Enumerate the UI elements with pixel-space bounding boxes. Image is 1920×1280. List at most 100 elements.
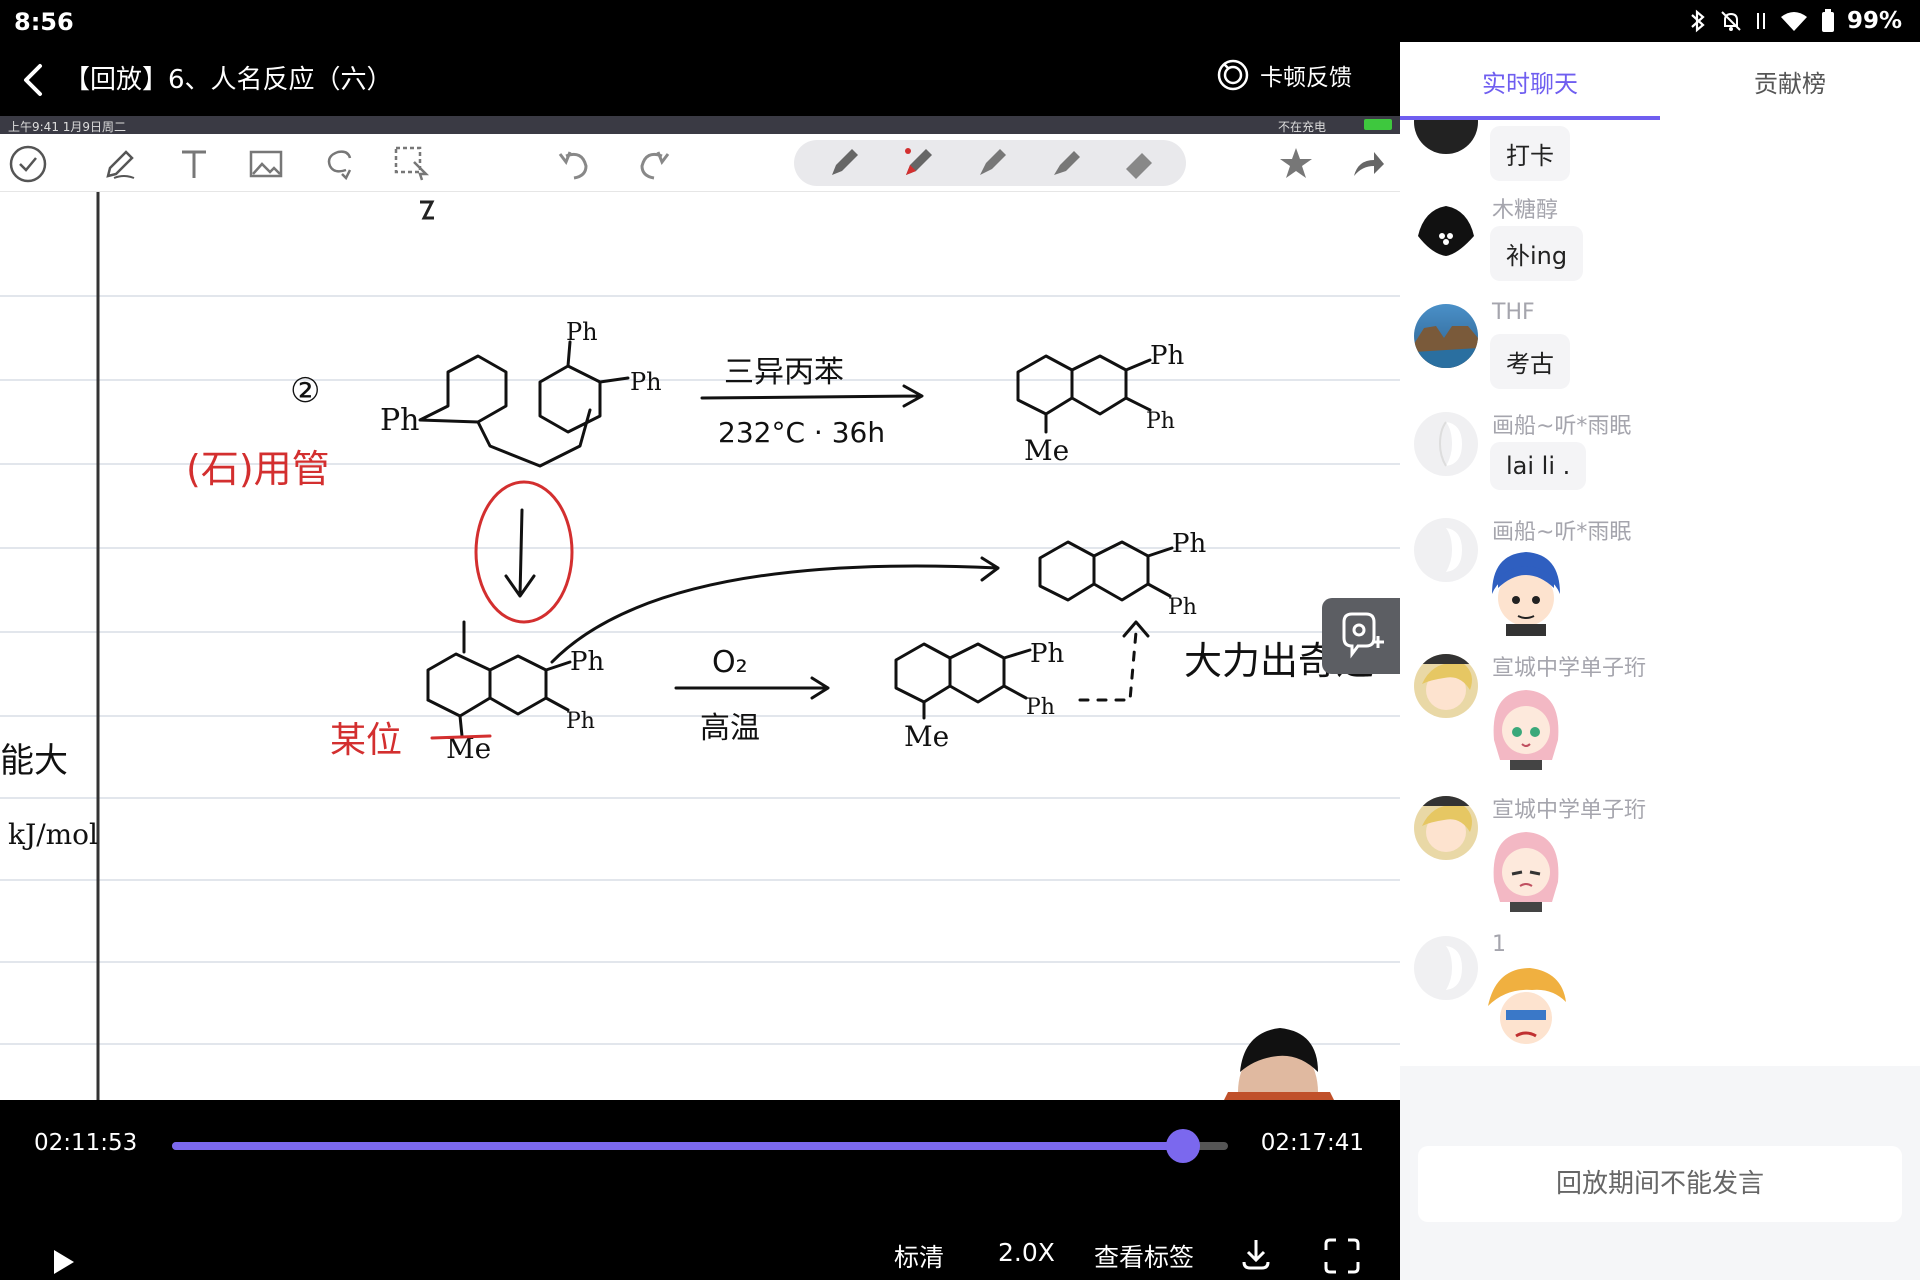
product-3-structure: Ph Ph Me: [894, 639, 1064, 753]
product-1-structure: Ph Ph Me: [1016, 341, 1184, 467]
app-root: 8:56 99% 【回放】6、人名反应（六） 卡顿反馈 上午9:41 1月9日周…: [0, 0, 1920, 1280]
system-status-bar: 8:56 99%: [0, 0, 1920, 42]
starting-material-structure: Ph Ph Ph: [380, 318, 662, 468]
avatar: [1414, 518, 1478, 582]
blonde-character-avatar-icon: [1418, 796, 1474, 852]
avatar: [1414, 196, 1478, 260]
tablet-status-bar: 上午9:41 1月9日周二 不在充电: [0, 116, 1400, 134]
lasso-tool-icon: [327, 150, 352, 181]
video-title: 【回放】6、人名反应（六）: [64, 65, 393, 95]
username: 画船~听*雨眠: [1492, 414, 1632, 439]
player-title-bar: 【回放】6、人名反应（六） 卡顿反馈: [0, 42, 1400, 116]
avatar: [1414, 304, 1478, 368]
avatar: [1414, 936, 1478, 1000]
current-time: 02:11:53: [34, 1130, 138, 1156]
text-tool-icon: [182, 150, 206, 178]
wifi-icon: [1780, 12, 1807, 31]
red-circle-mark: [474, 480, 574, 624]
reagent-1-top: 三异丙苯: [724, 355, 844, 390]
mute-bell-icon: [1721, 11, 1741, 31]
play-icon[interactable]: [44, 1244, 80, 1280]
stutter-feedback-button[interactable]: 卡顿反馈: [1216, 58, 1352, 92]
star-icon: [1280, 148, 1312, 178]
ph-label-6: Ph: [1172, 529, 1206, 559]
blonde-character-avatar-icon: [1418, 654, 1474, 710]
default-avatar-icon: [1446, 528, 1462, 572]
red-underline-mark: [430, 734, 492, 740]
avatar: [1414, 654, 1478, 718]
circled-number: ②: [290, 371, 320, 411]
feedback-ring-icon: [1217, 59, 1249, 91]
ph-label-11: Ph: [1026, 695, 1055, 720]
tab-live-chat[interactable]: 实时聊天: [1400, 64, 1660, 99]
username: 宣城中学单子珩: [1492, 656, 1647, 681]
message-text: 考古: [1490, 334, 1570, 389]
reagent-2-top: O₂: [712, 645, 748, 680]
ph-label-4: Ph: [1150, 341, 1184, 371]
download-icon[interactable]: [1236, 1234, 1276, 1274]
down-arrow-mark: [504, 508, 536, 598]
pink-hair-girl-sticker-icon: [1493, 832, 1559, 912]
handwritten-notes-canvas: ② Ph Ph Ph 三异丙苯 232°C · 36h Ph Ph Me Ph …: [0, 192, 1400, 1100]
sea-arch-avatar-icon: [1414, 326, 1478, 368]
tab-leaderboard[interactable]: 贡献榜: [1660, 64, 1920, 99]
note-app-toolbar: [0, 134, 1400, 192]
total-time: 02:17:41: [1260, 1130, 1364, 1156]
message-text: lai li .: [1490, 442, 1587, 490]
pen-tool-icon: [106, 150, 135, 179]
username: 宣城中学单子珩: [1492, 798, 1647, 823]
left-edge-note-2: kJ/mol: [8, 818, 98, 851]
dark-art-avatar-icon: [1418, 206, 1474, 256]
product-2-structure: Ph Ph: [1038, 529, 1206, 620]
quality-button[interactable]: 标清: [894, 1238, 944, 1274]
progress-track[interactable]: [172, 1129, 1228, 1163]
avatar: [1414, 120, 1478, 154]
blonde-boy-sticker-icon: [1488, 968, 1566, 1044]
video-player[interactable]: 【回放】6、人名反应（六） 卡顿反馈 上午9:41 1月9日周二 不在充电 ② …: [0, 42, 1400, 1280]
ph-label-9: Ph: [566, 709, 595, 734]
chat-input-disabled: 回放期间不能发言: [1418, 1146, 1902, 1222]
message-text: 打卡: [1490, 126, 1570, 181]
share-arrow-icon: [1354, 152, 1384, 176]
chat-sidebar: 实时聊天 贡献榜 打卡 木糖醇 补ing THF 考古 画船~听*雨眠 lai …: [1400, 42, 1920, 1280]
signal-icon: [1756, 13, 1765, 29]
reagent-1-bottom: 232°C · 36h: [718, 416, 885, 449]
redo-icon: [640, 151, 670, 180]
fullscreen-icon[interactable]: [1322, 1236, 1362, 1276]
pen-icon: [832, 149, 858, 175]
back-arrow-icon[interactable]: [14, 60, 54, 100]
floating-add-note-button[interactable]: [1322, 598, 1400, 674]
username: 木糖醇: [1492, 198, 1559, 223]
speed-button[interactable]: 2.0X: [998, 1238, 1055, 1267]
undo-icon: [558, 151, 588, 180]
eraser-icon: [1126, 153, 1152, 179]
player-controls: 02:11:53 02:17:41 标清 2.0X 查看标签: [0, 1100, 1400, 1280]
me-label-1: Me: [1024, 434, 1069, 467]
chat-message-list[interactable]: 打卡 木糖醇 补ing THF 考古 画船~听*雨眠 lai li . 画船~听…: [1400, 120, 1920, 1066]
presenter-thumbnail: [1224, 1028, 1334, 1100]
highlighter-icon: [1054, 151, 1080, 175]
avatar: [1414, 796, 1478, 860]
stutter-feedback-label: 卡顿反馈: [1260, 65, 1352, 91]
avatar: [1414, 412, 1478, 476]
progress-fill: [172, 1142, 1183, 1150]
progress-knob[interactable]: [1165, 1129, 1200, 1163]
blue-hair-boy-sticker-icon: [1492, 552, 1560, 636]
scribble-mark: [420, 200, 435, 220]
username: 1: [1492, 932, 1506, 957]
ph-label-10: Ph: [1030, 639, 1064, 669]
default-avatar-icon: [1438, 421, 1462, 467]
check-circle-icon: [9, 145, 47, 183]
pin-add-icon: [1342, 612, 1384, 659]
tablet-status-time: 上午9:41 1月9日周二: [8, 120, 127, 134]
left-red-note: (石)用管: [186, 447, 330, 491]
view-tags-button[interactable]: 查看标签: [1094, 1238, 1194, 1274]
fountain-pen-icon: [980, 149, 1006, 175]
bluetooth-icon: [1691, 9, 1705, 33]
ph-label-8: Ph: [570, 647, 604, 677]
image-tool-icon: [249, 150, 283, 178]
ph-label-3: Ph: [630, 368, 662, 396]
ph-label-5: Ph: [1146, 409, 1175, 434]
ph-label-1: Ph: [380, 403, 420, 438]
red-note-bottom: 某位: [330, 720, 402, 761]
